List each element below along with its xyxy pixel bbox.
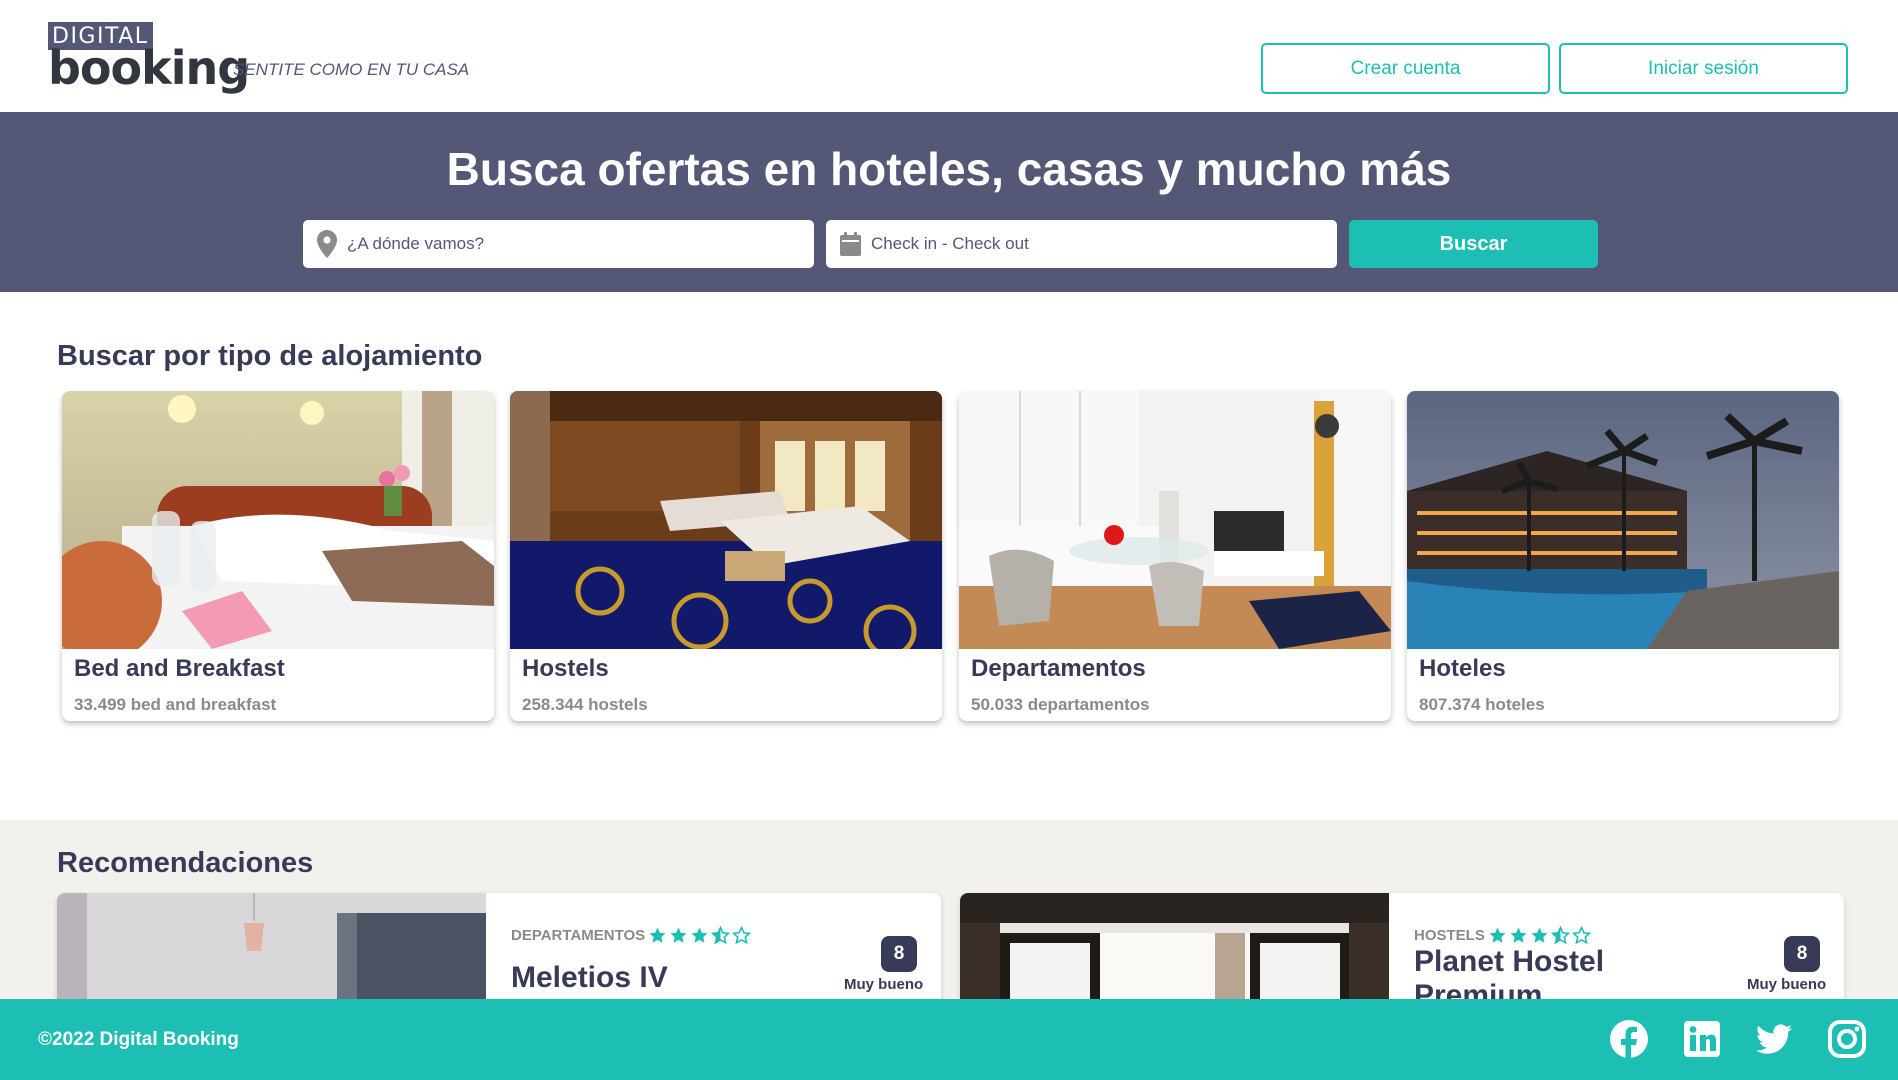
- score-badge: 8: [881, 936, 917, 972]
- star-empty-icon: [732, 926, 751, 945]
- hostels-image: [510, 391, 942, 649]
- category-card-departamentos[interactable]: Departamentos 50.033 departamentos: [959, 391, 1391, 721]
- logo-booking-text: booking: [48, 41, 250, 95]
- category-title: Departamentos: [971, 655, 1146, 682]
- category-count: 50.033 departamentos: [971, 695, 1150, 714]
- dates-field[interactable]: Check in - Check out: [826, 220, 1337, 268]
- instagram-icon[interactable]: [1827, 1019, 1867, 1059]
- create-account-button[interactable]: Crear cuenta: [1261, 43, 1550, 94]
- category-title: Hostels: [522, 655, 609, 682]
- search-button[interactable]: Buscar: [1349, 220, 1598, 268]
- star-filled-icon: [649, 927, 666, 943]
- recommendations-title: Recomendaciones: [57, 847, 314, 879]
- header: DIGITAL booking SENTITE COMO EN TU CASA …: [0, 0, 1898, 112]
- category-title: Bed and Breakfast: [74, 655, 285, 682]
- score-badge: 8: [1784, 936, 1820, 972]
- location-pin-icon: [317, 230, 337, 258]
- footer: ©2022 Digital Booking: [0, 999, 1898, 1080]
- star-empty-icon: [1572, 926, 1591, 945]
- slogan: SENTITE COMO EN TU CASA: [233, 60, 470, 79]
- calendar-icon: [840, 232, 861, 256]
- dates-label: Check in - Check out: [871, 234, 1029, 253]
- star-half-icon: [711, 926, 730, 945]
- logo[interactable]: DIGITAL booking: [48, 22, 250, 95]
- hero-title: Busca ofertas en hoteles, casas y mucho …: [446, 143, 1452, 195]
- bed-and-breakfast-image: [62, 391, 494, 649]
- rating-stars: [648, 926, 751, 945]
- login-button[interactable]: Iniciar sesión: [1559, 43, 1848, 94]
- category-card-hostels[interactable]: Hostels 258.344 hostels: [510, 391, 942, 721]
- star-filled-icon: [670, 927, 687, 943]
- star-filled-icon: [1531, 927, 1548, 943]
- score-label: Muy bueno: [1747, 976, 1827, 993]
- category-card-hoteles[interactable]: Hoteles 807.374 hoteles: [1407, 391, 1839, 721]
- destination-input[interactable]: [347, 234, 787, 254]
- twitter-icon[interactable]: [1754, 1019, 1794, 1059]
- category-title: Hoteles: [1419, 655, 1506, 682]
- recommendation-name: Meletios IV: [511, 961, 668, 994]
- star-filled-icon: [1510, 927, 1527, 943]
- star-half-icon: [1551, 926, 1570, 945]
- category-count: 807.374 hoteles: [1419, 695, 1545, 714]
- star-filled-icon: [1489, 927, 1506, 943]
- star-filled-icon: [691, 927, 708, 943]
- hoteles-image: [1407, 391, 1839, 649]
- category-count: 258.344 hostels: [522, 695, 648, 714]
- departamentos-image: [959, 391, 1391, 649]
- search-hero: Busca ofertas en hoteles, casas y mucho …: [0, 112, 1898, 292]
- category-count: 33.499 bed and breakfast: [74, 695, 277, 714]
- facebook-icon[interactable]: [1609, 1019, 1649, 1059]
- recommendation-category: DEPARTAMENTOS: [511, 927, 646, 944]
- rating-stars: [1488, 926, 1591, 945]
- recommendation-category: HOSTELS: [1414, 927, 1485, 944]
- linkedin-icon[interactable]: [1682, 1019, 1722, 1059]
- score-label: Muy bueno: [844, 976, 924, 993]
- copyright: ©2022 Digital Booking: [38, 1029, 239, 1050]
- categories-title: Buscar por tipo de alojamiento: [57, 340, 483, 372]
- category-card-bed-and-breakfast[interactable]: Bed and Breakfast 33.499 bed and breakfa…: [62, 391, 494, 721]
- destination-field[interactable]: [303, 220, 814, 268]
